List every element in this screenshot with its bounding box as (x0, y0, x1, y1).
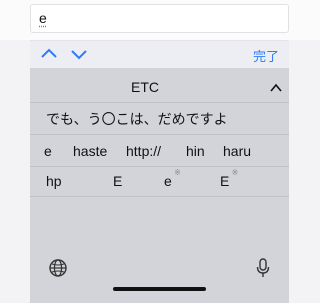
candidate-row: hp E e ※ E ※ (30, 166, 289, 197)
globe-icon[interactable] (48, 258, 68, 278)
keyboard-toolbar: 完了 (30, 40, 289, 69)
candidate-item-label: E (220, 173, 230, 189)
candidate-item[interactable]: E (113, 166, 122, 196)
candidate-item[interactable]: e (44, 136, 52, 166)
candidate-item[interactable]: hp (46, 166, 62, 196)
candidate-item[interactable]: haste (73, 136, 107, 166)
candidate-item-label: e (164, 173, 172, 189)
candidate-header-row: ETC (30, 72, 289, 103)
candidate-panel: ETC でも、う〇こは、だめですよ e haste http:// hin ha… (30, 68, 289, 303)
candidate-item[interactable]: http:// (126, 136, 161, 166)
candidate-mark: ※ (174, 168, 181, 177)
text-input-field[interactable]: e (30, 4, 289, 33)
chevron-down-icon[interactable] (70, 45, 88, 63)
microphone-icon[interactable] (256, 258, 270, 278)
candidate-item[interactable]: hin (186, 136, 205, 166)
candidate-mark: ※ (231, 168, 239, 177)
chevron-up-icon[interactable] (40, 45, 58, 63)
candidate-item[interactable]: E ※ (220, 166, 238, 196)
done-button[interactable]: 完了 (253, 46, 279, 65)
candidate-sentence[interactable]: でも、う〇こは、だめですよ (46, 104, 228, 134)
candidate-item[interactable]: e ※ (164, 166, 181, 196)
chevron-up-icon[interactable] (269, 81, 283, 95)
typed-text: e (39, 10, 47, 26)
candidate-sentence-row: でも、う〇こは、だめですよ (30, 104, 289, 135)
candidate-row: e haste http:// hin haru (30, 136, 289, 167)
home-indicator (113, 287, 206, 291)
candidate-etc[interactable]: ETC (131, 72, 159, 102)
input-area: e (0, 0, 320, 40)
